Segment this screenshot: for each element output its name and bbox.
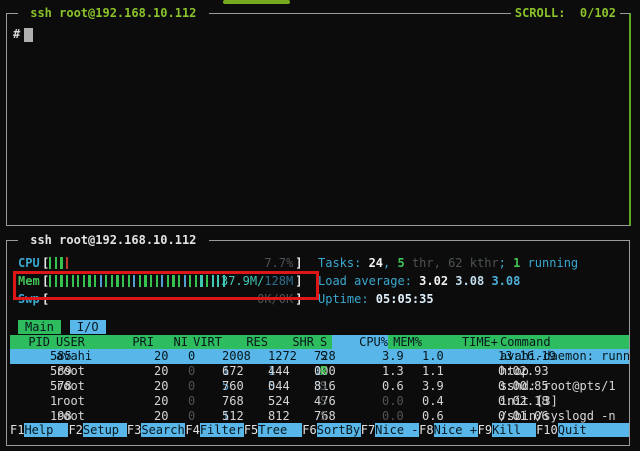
mem-meter-value: 37.9M/128M — [221, 274, 293, 288]
cell-s: S — [320, 379, 332, 394]
mem-meter-bars: 37.9M/128M — [49, 274, 295, 289]
load-stat: Load average: 3.02 3.08 3.08 — [318, 274, 520, 290]
cell-res: 1444 — [220, 364, 268, 379]
cell-cpu: 0.0 — [332, 394, 382, 409]
top-pane[interactable] — [6, 13, 631, 226]
swp-meter-label: Swp — [18, 292, 42, 308]
swp-meter: Swp[0K/0K] — [18, 292, 302, 308]
cell-time: 13:16.19 — [416, 349, 498, 364]
column-header-time[interactable]: TIME+ — [416, 335, 498, 349]
htop-tab-bar: Main I/O — [18, 320, 106, 334]
cell-virt: 1672 — [174, 364, 222, 379]
cell-cpu: 0.6 — [332, 379, 382, 394]
cell-pri: 20 — [110, 349, 154, 364]
cell-pri: 20 — [110, 409, 154, 424]
cell-command: avahi-daemon: running — [500, 349, 629, 364]
cell-virt: 768 — [174, 394, 222, 409]
tab-io[interactable]: I/O — [70, 320, 106, 334]
cell-command: /sbin/syslogd -n — [500, 409, 629, 424]
cell-pid: 585 — [10, 349, 50, 364]
cell-virt: 5760 — [174, 379, 222, 394]
scroll-indicator: SCROLL: 0/102 — [511, 6, 620, 20]
cpu-meter-bars: 7.7% — [49, 256, 295, 271]
process-row[interactable]: 589root200167214441000R1.31.10:02.93htop — [10, 364, 629, 379]
tasks-stat: Tasks: 24, 5 thr, 62 kthr; 1 running — [318, 256, 578, 272]
cell-pri: 20 — [110, 364, 154, 379]
cell-shr: 768 — [262, 409, 314, 424]
function-key-bar: F1HelpF2SetupF3SearchF4FilterF5TreeF6Sor… — [10, 423, 629, 437]
column-header-shr[interactable]: SHR — [262, 335, 314, 349]
cell-cpu: 1.3 — [332, 364, 382, 379]
cell-cpu: 3.9 — [332, 349, 382, 364]
cell-s: S — [320, 394, 332, 409]
column-header-pid[interactable]: PID — [10, 335, 50, 349]
column-header-virt[interactable]: VIRT — [174, 335, 222, 349]
terminal-screen: ssh root@192.168.10.112 SCROLL: 0/102 # … — [0, 0, 640, 451]
process-row[interactable]: 578root200576050443816S0.63.90:00.85sshd… — [10, 379, 629, 394]
fnkey-f7[interactable]: F7Nice - — [361, 423, 419, 437]
cell-s: S — [320, 349, 332, 364]
cell-s: S — [320, 409, 332, 424]
cell-pid: 589 — [10, 364, 50, 379]
cpu-meter: CPU[7.7%] — [18, 256, 302, 272]
fnkey-f5[interactable]: F5Tree — [244, 423, 302, 437]
column-header-pri[interactable]: PRI — [110, 335, 154, 349]
cell-virt: 2008 — [174, 349, 222, 364]
cell-time: 0:00.85 — [416, 379, 498, 394]
cpu-meter-label: CPU — [18, 256, 42, 272]
shell-prompt: # — [13, 27, 20, 41]
scroll-value: 0/102 — [580, 6, 616, 20]
cell-res: 812 — [220, 409, 268, 424]
cpu-meter-value: 7.7% — [264, 256, 293, 270]
process-row[interactable]: 198root2001512812768S0.00.60:01.06/sbin/… — [10, 409, 629, 424]
cell-pid: 1 — [10, 394, 50, 409]
cell-pid: 198 — [10, 409, 50, 424]
process-table-header: PIDUSERPRINIVIRTRESSHRSCPU%▽MEM%TIME+Com… — [10, 335, 629, 349]
fnkey-f6[interactable]: F6SortBy — [302, 423, 360, 437]
tab-main[interactable]: Main — [18, 320, 61, 334]
cell-cpu: 0.0 — [332, 409, 382, 424]
cell-s: R — [320, 364, 332, 379]
mem-meter: Mem[37.9M/128M] — [18, 274, 302, 290]
mem-meter-label: Mem — [18, 274, 42, 290]
cell-time: 0:02.93 — [416, 364, 498, 379]
column-header-s[interactable]: S — [320, 335, 332, 349]
cell-shr: 3816 — [262, 379, 314, 394]
cell-command: htop — [500, 364, 629, 379]
fnkey-f2[interactable]: F2Setup — [68, 423, 126, 437]
cell-res: 524 — [220, 394, 268, 409]
cell-time: 0:02.18 — [416, 394, 498, 409]
text-cursor[interactable] — [24, 28, 33, 42]
cell-time: 0:01.06 — [416, 409, 498, 424]
cell-virt: 1512 — [174, 409, 222, 424]
column-header-res[interactable]: RES — [220, 335, 268, 349]
cell-res: 5044 — [220, 379, 268, 394]
process-row[interactable]: 585avahi20020081272728S3.91.013:16.19ava… — [10, 349, 629, 364]
column-header-command[interactable]: Command — [500, 335, 629, 349]
cell-shr: 476 — [262, 394, 314, 409]
cell-command: init [3] — [500, 394, 629, 409]
top-pane-title: ssh root@192.168.10.112 — [18, 6, 209, 20]
cell-pri: 20 — [110, 379, 154, 394]
cell-res: 1272 — [220, 349, 268, 364]
fnkey-f8[interactable]: F8Nice + — [419, 423, 477, 437]
swp-meter-value: 0K/0K — [257, 292, 293, 306]
uptime-stat: Uptime: 05:05:35 — [318, 292, 434, 308]
cell-command: sshd: root@pts/1 — [500, 379, 629, 394]
scroll-label: SCROLL: — [515, 6, 566, 20]
cell-shr: 1000 — [262, 364, 314, 379]
fnkey-f10[interactable]: F10Quit — [536, 423, 629, 437]
video-artifact-bar — [223, 0, 290, 4]
fnkey-f1[interactable]: F1Help — [10, 423, 68, 437]
cell-shr: 728 — [262, 349, 314, 364]
fnkey-f9[interactable]: F9Kill — [478, 423, 536, 437]
bottom-pane-title: ssh root@192.168.10.112 — [18, 233, 209, 247]
fnkey-f3[interactable]: F3Search — [127, 423, 185, 437]
cell-pri: 20 — [110, 394, 154, 409]
cell-pid: 578 — [10, 379, 50, 394]
process-row[interactable]: 1root200768524476S0.00.40:02.18init [3] — [10, 394, 629, 409]
fnkey-f4[interactable]: F4Filter — [185, 423, 243, 437]
swp-meter-bars: 0K/0K — [49, 292, 295, 307]
